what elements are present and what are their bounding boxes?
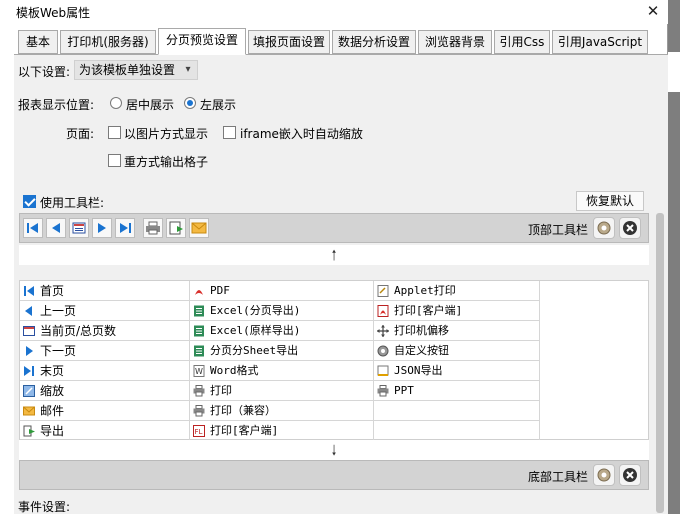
button-item-applet-print[interactable]: Applet打印 xyxy=(374,281,540,301)
print-icon[interactable] xyxy=(143,218,163,238)
bottom-toolbar: 底部工具栏 xyxy=(19,460,649,490)
image-mode-label: 以图片方式显示 xyxy=(124,127,209,141)
use-toolbar-label: 使用工具栏: xyxy=(40,196,105,210)
button-item-zoom[interactable]: 缩放 xyxy=(20,381,190,401)
title-bar: 模板Web属性 ✕ xyxy=(0,0,668,24)
button-item-ppt[interactable]: PPT xyxy=(374,381,540,401)
background-window-fragment xyxy=(668,52,680,92)
button-item-empty xyxy=(374,421,540,441)
tab-fill-page[interactable]: 填报页面设置 xyxy=(248,30,330,54)
radio-left-label: 左展示 xyxy=(200,98,237,112)
button-item-word[interactable]: W Word格式 xyxy=(190,361,374,381)
top-toolbar: 顶部工具栏 xyxy=(19,213,649,243)
close-button[interactable]: ✕ xyxy=(640,0,666,22)
settings-label: 以下设置: xyxy=(18,65,71,79)
last-page-icon[interactable] xyxy=(115,218,135,238)
button-item-pdf[interactable]: PDF xyxy=(190,281,374,301)
svg-text:W: W xyxy=(195,367,203,376)
button-item-empty xyxy=(374,401,540,421)
button-item-print[interactable]: 打印 xyxy=(190,381,374,401)
page-count-icon[interactable] xyxy=(69,218,89,238)
button-item-excel-original[interactable]: Excel(原样导出) xyxy=(190,321,374,341)
prev-page-icon[interactable] xyxy=(46,218,66,238)
top-toolbar-remove-close-icon[interactable] xyxy=(619,217,641,239)
vertical-scrollbar[interactable] xyxy=(654,213,666,513)
position-label: 报表显示位置: xyxy=(18,98,95,112)
button-item-mail[interactable]: 邮件 xyxy=(20,401,190,421)
top-toolbar-label: 顶部工具栏 xyxy=(528,223,589,237)
bottom-toolbar-label: 底部工具栏 xyxy=(528,470,589,484)
bottom-toolbar-remove-close-icon[interactable] xyxy=(619,464,641,486)
first-page-icon[interactable] xyxy=(23,218,43,238)
button-item-last-page[interactable]: 末页 xyxy=(20,361,190,381)
button-item-page-count[interactable]: 当前页/总页数 xyxy=(20,321,190,341)
tab-paging-preview[interactable]: 分页预览设置 xyxy=(158,28,246,55)
button-item-print-client-2[interactable]: 打印[客户端] xyxy=(374,301,540,321)
event-settings-label: 事件设置: xyxy=(18,500,71,514)
mail-icon[interactable] xyxy=(189,218,209,238)
button-item-prev-page[interactable]: 上一页 xyxy=(20,301,190,321)
repeat-grid-checkbox[interactable] xyxy=(108,154,121,167)
radio-left[interactable] xyxy=(184,97,196,109)
button-item-excel-paged[interactable]: Excel(分页导出) xyxy=(190,301,374,321)
window-title: 模板Web属性 xyxy=(16,6,91,20)
paging-preview-panel: 以下设置: 为该模板单独设置 ▾ 报表显示位置: 居中展示 左展示 页面: 以图… xyxy=(14,54,668,514)
tab-printer-server[interactable]: 打印机(服务器) xyxy=(60,30,156,54)
button-item-export[interactable]: 导出 xyxy=(20,421,190,441)
scrollbar-thumb[interactable] xyxy=(656,213,664,513)
repeat-grid-label: 重方式输出格子 xyxy=(124,155,209,169)
settings-select[interactable]: 为该模板单独设置 ▾ xyxy=(74,60,198,80)
export-icon[interactable] xyxy=(166,218,186,238)
button-item-paged-sheet-export[interactable]: 分页分Sheet导出 xyxy=(190,341,374,361)
tab-data-analysis[interactable]: 数据分析设置 xyxy=(332,30,416,54)
available-buttons-grid: 首页 上一页 当前页/总页数 下一页 末页 缩放 邮件 导出 PDF Excel… xyxy=(19,280,649,441)
button-item-next-page[interactable]: 下一页 xyxy=(20,341,190,361)
next-page-icon[interactable] xyxy=(92,218,112,238)
tab-basic[interactable]: 基本 xyxy=(18,30,58,54)
radio-center-label: 居中展示 xyxy=(126,98,175,112)
page-label: 页面: xyxy=(66,127,95,141)
chevron-down-icon: ▾ xyxy=(185,64,191,75)
button-item-print-client[interactable]: FL 打印[客户端] xyxy=(190,421,374,441)
button-item-custom-button[interactable]: 自定义按钮 xyxy=(374,341,540,361)
button-item-printer-offset[interactable]: 打印机偏移 xyxy=(374,321,540,341)
tab-css[interactable]: 引用Css xyxy=(494,30,550,54)
button-item-print-compatible[interactable]: 打印（兼容） xyxy=(190,401,374,421)
iframe-zoom-checkbox[interactable] xyxy=(223,126,236,139)
restore-default-button[interactable]: 恢复默认 xyxy=(576,191,644,211)
tab-browser-background[interactable]: 浏览器背景 xyxy=(418,30,492,54)
settings-select-value: 为该模板单独设置 xyxy=(79,63,176,77)
radio-center[interactable] xyxy=(110,97,122,109)
tab-javascript[interactable]: 引用JavaScript xyxy=(552,30,648,54)
top-toolbar-settings-gear-icon[interactable] xyxy=(593,217,615,239)
move-up-arrow-icon[interactable]: 🠑 xyxy=(19,245,649,265)
button-item-first-page[interactable]: 首页 xyxy=(20,281,190,301)
svg-text:FL: FL xyxy=(195,428,203,436)
button-item-json-export[interactable]: JSON导出 xyxy=(374,361,540,381)
iframe-zoom-label: iframe嵌入时自动缩放 xyxy=(240,127,363,141)
image-mode-checkbox[interactable] xyxy=(108,126,121,139)
use-toolbar-checkbox[interactable] xyxy=(23,195,36,208)
web-properties-dialog: 模板Web属性 ✕ 基本 打印机(服务器) 分页预览设置 填报页面设置 数据分析… xyxy=(0,0,668,514)
tab-strip: 基本 打印机(服务器) 分页预览设置 填报页面设置 数据分析设置 浏览器背景 引… xyxy=(18,28,668,55)
bottom-toolbar-settings-gear-icon[interactable] xyxy=(593,464,615,486)
move-down-arrow-icon[interactable]: 🠓 xyxy=(19,440,649,460)
